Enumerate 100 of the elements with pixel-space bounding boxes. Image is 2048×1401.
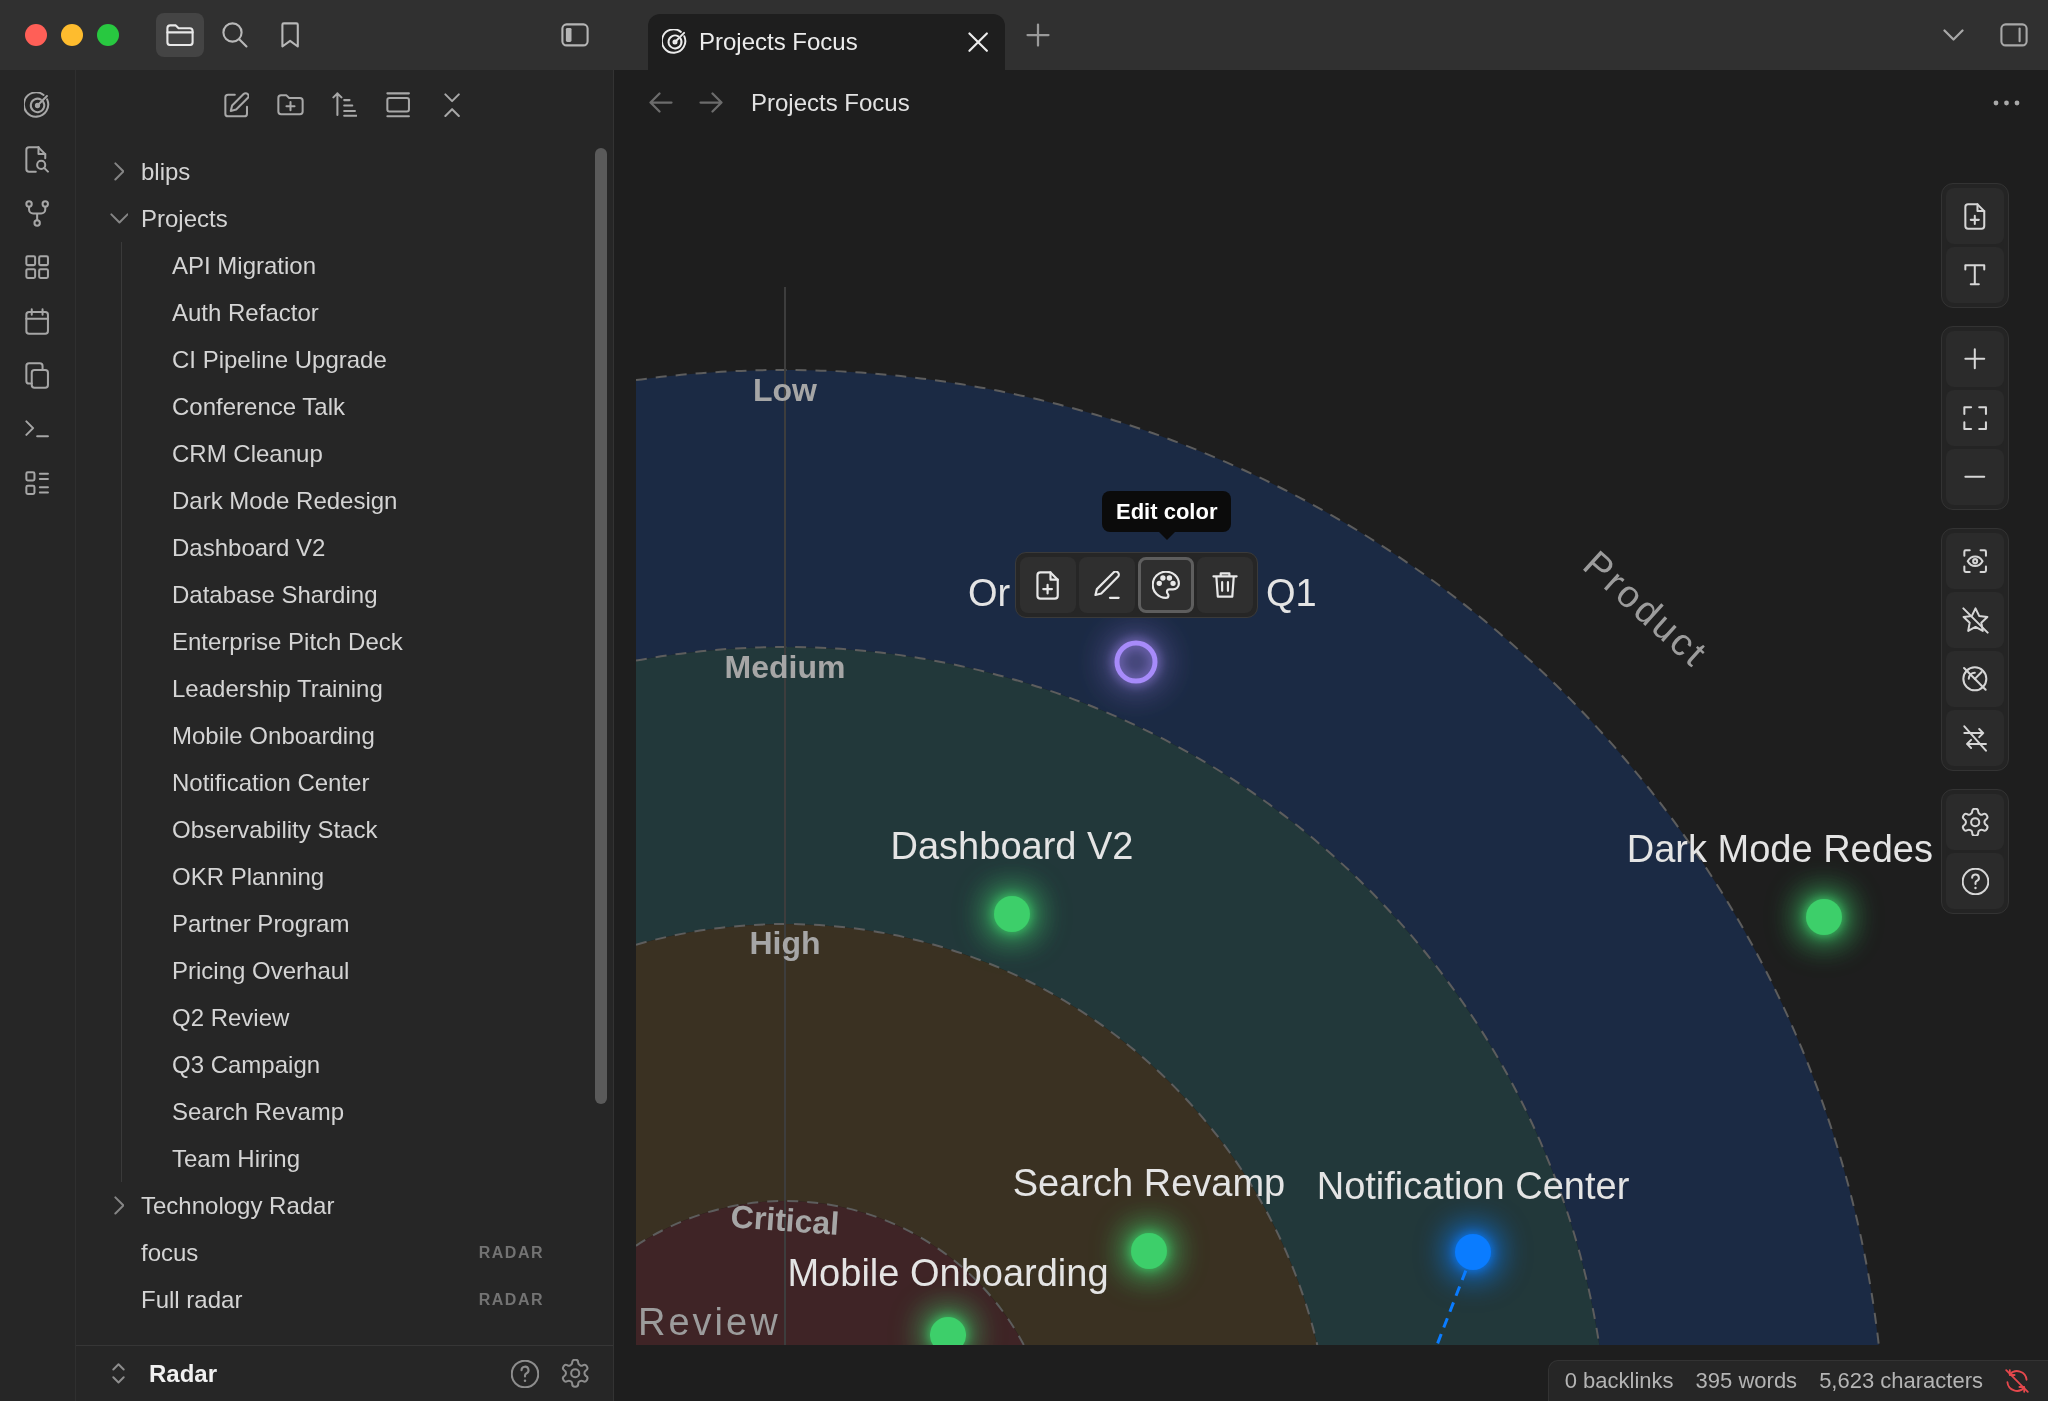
note-item[interactable]: Observability Stack <box>122 806 544 853</box>
sector-label: Review <box>638 1301 781 1343</box>
up-down-chevron-icon[interactable] <box>112 1363 125 1384</box>
copy-icon[interactable] <box>25 361 50 389</box>
file-item[interactable]: Full radar RADAR <box>76 1276 544 1323</box>
edit-button[interactable] <box>1079 557 1135 613</box>
chevron-icon[interactable] <box>113 1196 125 1215</box>
note-item[interactable]: CRM Cleanup <box>122 430 544 477</box>
node-ring-icon[interactable] <box>1114 640 1158 684</box>
arrows-off-button[interactable] <box>1946 710 2004 766</box>
zoom-in-button[interactable] <box>1946 331 2004 387</box>
grid-icon[interactable] <box>25 254 50 280</box>
node-label: Search Revamp <box>1012 1162 1286 1204</box>
note-title: Projects Focus <box>751 88 910 117</box>
star-off-button[interactable] <box>1946 592 2004 648</box>
note-item[interactable]: Q3 Campaign <box>122 1041 544 1088</box>
note-item[interactable]: Conference Talk <box>122 383 544 430</box>
node-label: Dashboard V2 <box>890 825 1134 867</box>
note-item[interactable]: Leadership Training <box>122 665 544 712</box>
note-item[interactable]: Partner Program <box>122 900 544 947</box>
pencil-icon <box>1093 570 1121 600</box>
chevron-down-icon[interactable] <box>1943 29 1964 41</box>
chevron-icon[interactable] <box>113 162 125 181</box>
more-options-icon[interactable] <box>1993 99 2020 106</box>
ring-label: Medium <box>724 649 846 685</box>
new-tab-icon[interactable] <box>1026 23 1050 47</box>
collapse-all-icon[interactable] <box>444 92 461 118</box>
note-item[interactable]: Auth Refactor <box>122 289 544 336</box>
folder-item[interactable]: Projects <box>76 195 544 242</box>
forward-arrow-icon[interactable] <box>699 92 723 113</box>
sync-off-icon[interactable] <box>2005 1369 2029 1393</box>
node-label: Notification Center <box>1316 1165 1630 1207</box>
node-dot-icon[interactable] <box>1806 899 1842 935</box>
delete-button[interactable] <box>1197 557 1253 613</box>
node-label: Or <box>968 572 1011 614</box>
node-label: Q1 <box>1266 572 1317 614</box>
sort-icon[interactable] <box>331 92 358 118</box>
folder-item[interactable]: Technology Radar <box>76 1182 544 1229</box>
note-item[interactable]: API Migration <box>122 242 544 289</box>
note-tab[interactable]: Projects Focus <box>648 14 1005 70</box>
add-note-button[interactable] <box>1946 188 2004 244</box>
note-item[interactable]: OKR Planning <box>122 853 544 900</box>
trash-icon <box>1211 571 1239 599</box>
note-item[interactable]: Database Sharding <box>122 571 544 618</box>
note-item[interactable]: CI Pipeline Upgrade <box>122 336 544 383</box>
ring-label: Critical <box>729 1198 841 1242</box>
calendar-icon[interactable] <box>25 307 50 335</box>
file-plus-icon <box>1036 570 1060 600</box>
file-search-icon[interactable] <box>25 145 50 173</box>
focus-view-button[interactable] <box>1946 533 2004 589</box>
note-item[interactable]: Mobile Onboarding <box>122 712 544 759</box>
note-item[interactable]: Q2 Review <box>122 994 544 1041</box>
sidebar-toggle-icon[interactable] <box>2000 23 2028 47</box>
status-item: 395 words <box>1695 1368 1798 1394</box>
back-arrow-icon[interactable] <box>649 92 673 113</box>
chevron-icon[interactable] <box>109 213 129 224</box>
files-tab[interactable] <box>156 13 204 57</box>
zoom-window-button[interactable] <box>97 24 119 46</box>
vault-name[interactable]: Radar <box>149 1359 218 1388</box>
star-off-icon <box>1961 606 1989 634</box>
settings-icon[interactable] <box>560 1359 589 1388</box>
node-label: Mobile Onboarding <box>787 1252 1109 1294</box>
folder-plus-icon[interactable] <box>277 94 304 116</box>
collapse-box-icon[interactable] <box>386 92 411 118</box>
note-item[interactable]: Notification Center <box>122 759 544 806</box>
scrollbar-thumb[interactable] <box>595 148 607 1104</box>
radar-icon <box>662 29 688 55</box>
radar-off-button[interactable] <box>1946 651 2004 707</box>
note-item[interactable]: Dashboard V2 <box>122 524 544 571</box>
checklist-icon[interactable] <box>25 470 50 496</box>
note-item[interactable]: Search Revamp <box>122 1088 544 1135</box>
terminal-icon[interactable] <box>25 420 50 438</box>
ring-label: Low <box>753 372 817 408</box>
note-item[interactable]: Enterprise Pitch Deck <box>122 618 544 665</box>
edit-color-button[interactable] <box>1138 557 1194 613</box>
note-item[interactable]: Team Hiring <box>122 1135 544 1182</box>
node-dot-icon[interactable] <box>1455 1234 1491 1270</box>
help-button[interactable] <box>1946 853 2004 909</box>
node-dot-icon[interactable] <box>1131 1233 1167 1269</box>
settings-button[interactable] <box>1946 794 2004 850</box>
branch-icon[interactable] <box>25 199 50 227</box>
close-icon[interactable] <box>967 31 988 53</box>
note-item[interactable]: Dark Mode Redesign <box>122 477 544 524</box>
add-note-button[interactable] <box>1020 557 1076 613</box>
fit-view-button[interactable] <box>1946 390 2004 446</box>
folder-icon <box>166 23 194 47</box>
note-item[interactable]: Pricing Overhaul <box>122 947 544 994</box>
radar-icon[interactable] <box>24 91 51 119</box>
sidebar-toggle-icon[interactable] <box>561 23 589 47</box>
help-icon <box>1961 867 1989 895</box>
edit-icon[interactable] <box>223 92 250 118</box>
close-window-button[interactable] <box>25 24 47 46</box>
bookmark-icon <box>280 22 300 48</box>
folder-item[interactable]: blips <box>76 148 544 195</box>
minimize-window-button[interactable] <box>61 24 83 46</box>
add-text-button[interactable] <box>1946 247 2004 303</box>
file-item[interactable]: focus RADAR <box>76 1229 544 1276</box>
node-dot-icon[interactable] <box>994 896 1030 932</box>
file-plus-icon <box>1964 202 1986 230</box>
help-icon[interactable] <box>510 1359 539 1388</box>
